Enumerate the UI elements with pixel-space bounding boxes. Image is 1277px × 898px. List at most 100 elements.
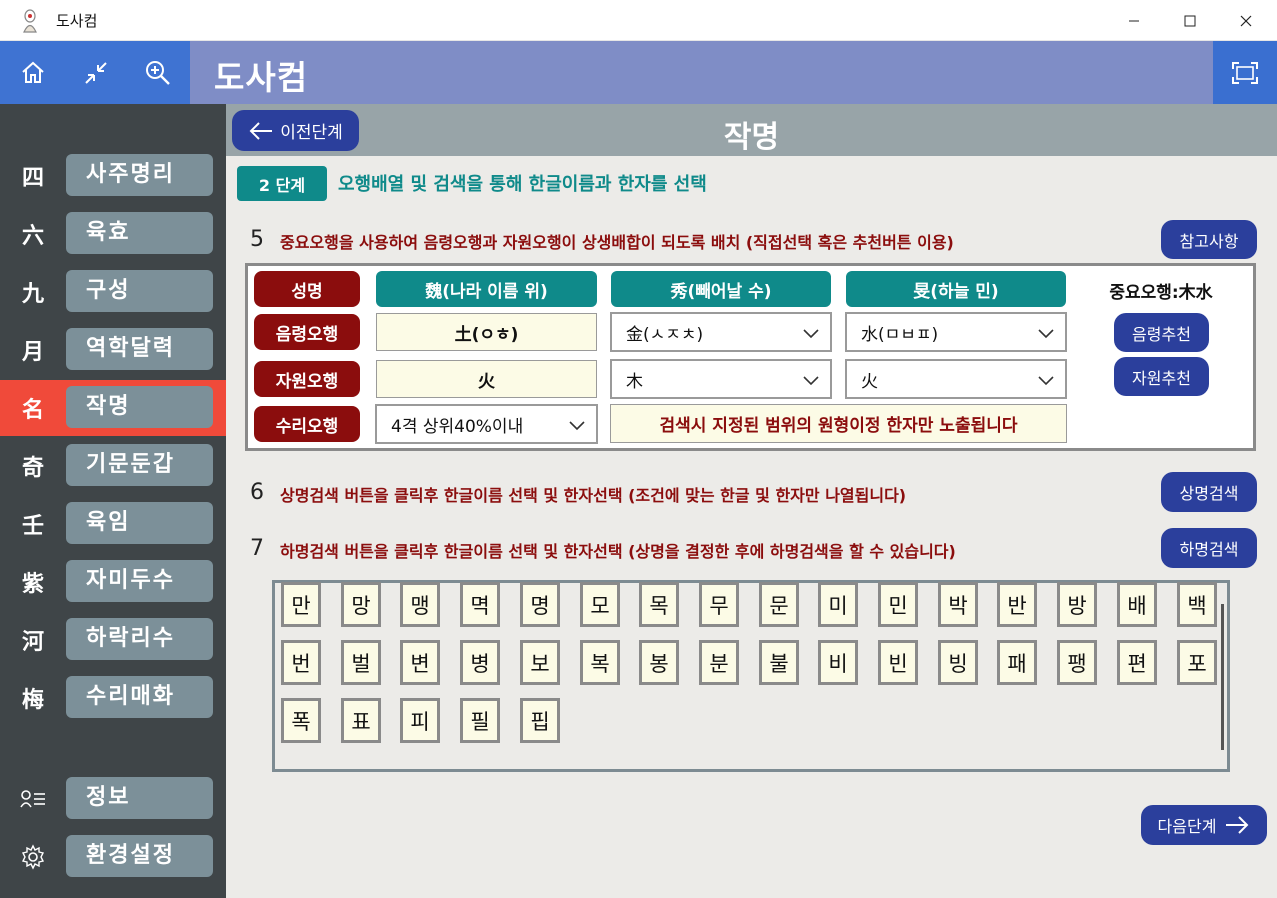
sidebar-item-7[interactable]: 壬 육임 <box>0 496 226 552</box>
sidebar-item-label: 구성 <box>66 270 213 312</box>
sidebar-item-4[interactable]: 月 역학달력 <box>0 322 226 378</box>
close-button[interactable] <box>1218 0 1274 41</box>
search-range-notice: 검색시 지정된 범위의 원형이정 한자만 노출됩니다 <box>610 404 1067 443</box>
sidebar-item-label: 정보 <box>66 777 213 819</box>
zoom-in-icon <box>146 61 170 85</box>
next-step-label: 다음단계 <box>1157 817 1217 836</box>
name-syllable-cell[interactable]: 민 <box>878 582 918 627</box>
name-syllable-cell[interactable]: 멱 <box>460 582 500 627</box>
sidebar-item-info[interactable]: 정보 <box>0 771 226 827</box>
name-char-3-header: 旻(하늘 민) <box>846 271 1066 307</box>
shrink-icon <box>85 62 107 84</box>
sidebar-item-label: 육효 <box>66 212 213 254</box>
sidebar-item-settings[interactable]: 환경설정 <box>0 829 226 885</box>
name-syllable-cell[interactable]: 목 <box>639 582 679 627</box>
name-syllable-cell[interactable]: 편 <box>1117 640 1157 685</box>
name-syllable-cell[interactable]: 보 <box>520 640 560 685</box>
sidebar-item-10[interactable]: 梅 수리매화 <box>0 670 226 726</box>
name-syllable-cell[interactable]: 표 <box>341 698 381 743</box>
sidebar-item-label: 환경설정 <box>66 835 213 877</box>
name-syllable-cell[interactable]: 봉 <box>639 640 679 685</box>
minimize-button[interactable] <box>1106 0 1162 41</box>
sidebar-item-label: 작명 <box>66 386 213 428</box>
shrink-button[interactable] <box>78 55 114 91</box>
fullscreen-icon <box>1232 61 1258 84</box>
name-syllable-cell[interactable]: 백 <box>1177 582 1217 627</box>
jawon-select-2-value: 木 <box>626 371 643 392</box>
chevron-down-icon <box>803 376 819 386</box>
sidebar-item-9[interactable]: 河 하락리수 <box>0 612 226 668</box>
sidebar-item-glyph: 梅 <box>21 687 44 713</box>
section-5-number: 5 <box>250 227 264 252</box>
next-step-button[interactable]: 다음단계 <box>1141 805 1267 845</box>
jawon-select-2[interactable]: 木 <box>610 359 832 399</box>
name-syllable-cell[interactable]: 빈 <box>878 640 918 685</box>
suri-select-value: 4격 상위40%이내 <box>391 416 524 437</box>
name-syllable-cell[interactable]: 병 <box>460 640 500 685</box>
name-syllable-cell[interactable]: 방 <box>1057 582 1097 627</box>
row-label-jawon: 자원오행 <box>254 361 360 397</box>
name-syllable-cell[interactable]: 모 <box>580 582 620 627</box>
name-syllable-cell[interactable]: 명 <box>520 582 560 627</box>
sidebar-item-glyph: 九 <box>21 281 44 307</box>
name-syllable-cell[interactable]: 번 <box>281 640 321 685</box>
window-title: 도사컴 <box>56 12 98 30</box>
maximize-button[interactable] <box>1162 0 1218 41</box>
sidebar-item-glyph: 六 <box>21 223 44 249</box>
recommend-jawon-button[interactable]: 자원추천 <box>1114 357 1209 396</box>
sidebar-item-1[interactable]: 四 사주명리 <box>0 148 226 204</box>
sidebar-item-3[interactable]: 九 구성 <box>0 264 226 320</box>
suri-select[interactable]: 4격 상위40%이내 <box>375 404 598 444</box>
fullscreen-button[interactable] <box>1213 41 1277 104</box>
gear-icon <box>21 844 45 870</box>
name-syllable-cell[interactable]: 망 <box>341 582 381 627</box>
grid-scrollbar[interactable] <box>1221 604 1224 750</box>
eumryeong-select-2[interactable]: 金(ㅅㅈㅊ) <box>610 312 832 352</box>
chevron-down-icon <box>803 329 819 339</box>
recommend-eumryeong-button[interactable]: 음령추천 <box>1114 313 1209 352</box>
row-label-suri: 수리오행 <box>254 406 360 442</box>
name-syllable-cell[interactable]: 변 <box>400 640 440 685</box>
name-syllable-cell[interactable]: 복 <box>580 640 620 685</box>
name-syllable-cell[interactable]: 무 <box>699 582 739 627</box>
name-syllable-cell[interactable]: 분 <box>699 640 739 685</box>
given-name-search-button[interactable]: 하명검색 <box>1161 528 1257 568</box>
name-syllable-cell[interactable]: 벌 <box>341 640 381 685</box>
sidebar-item-2[interactable]: 六 육효 <box>0 206 226 262</box>
name-syllable-cell[interactable]: 반 <box>997 582 1037 627</box>
section-5-instruction: 중요오행을 사용하여 음령오행과 자원오행이 상생배합이 되도록 배치 (직접선… <box>280 233 954 252</box>
name-syllable-cell[interactable]: 폭 <box>281 698 321 743</box>
sidebar-item-glyph: 紫 <box>21 571 44 597</box>
name-syllable-cell[interactable]: 만 <box>281 582 321 627</box>
name-syllable-cell[interactable]: 팽 <box>1057 640 1097 685</box>
reference-button[interactable]: 참고사항 <box>1161 220 1257 259</box>
chevron-down-icon <box>569 421 585 431</box>
row-label-name: 성명 <box>254 271 360 307</box>
sidebar-item-5[interactable]: 名 작명 <box>0 380 226 436</box>
jawon-select-3[interactable]: 火 <box>845 359 1067 399</box>
name-syllable-cell[interactable]: 포 <box>1177 640 1217 685</box>
name-syllable-cell[interactable]: 피 <box>400 698 440 743</box>
surname-search-button[interactable]: 상명검색 <box>1161 472 1257 512</box>
name-syllable-cell[interactable]: 비 <box>818 640 858 685</box>
eumryeong-select-3[interactable]: 水(ㅁㅂㅍ) <box>845 312 1067 352</box>
sidebar-item-glyph: 四 <box>21 165 44 191</box>
name-syllable-cell[interactable]: 미 <box>818 582 858 627</box>
maximize-icon <box>1184 15 1196 26</box>
zoom-in-button[interactable] <box>140 55 176 91</box>
sidebar-item-6[interactable]: 奇 기문둔갑 <box>0 438 226 494</box>
name-syllable-cell[interactable]: 맹 <box>400 582 440 627</box>
sidebar-item-label: 역학달력 <box>66 328 213 370</box>
name-syllable-cell[interactable]: 배 <box>1117 582 1157 627</box>
name-syllable-cell[interactable]: 핍 <box>520 698 560 743</box>
name-syllable-cell[interactable]: 박 <box>938 582 978 627</box>
name-syllable-cell[interactable]: 불 <box>759 640 799 685</box>
name-syllable-cell[interactable]: 패 <box>997 640 1037 685</box>
name-syllable-cell[interactable]: 빙 <box>938 640 978 685</box>
sidebar-item-label: 기문둔갑 <box>66 444 213 486</box>
sidebar-item-8[interactable]: 紫 자미두수 <box>0 554 226 610</box>
name-syllable-cell[interactable]: 문 <box>759 582 799 627</box>
sidebar-item-glyph: 月 <box>21 339 44 365</box>
name-syllable-cell[interactable]: 필 <box>460 698 500 743</box>
home-button[interactable] <box>15 55 51 91</box>
